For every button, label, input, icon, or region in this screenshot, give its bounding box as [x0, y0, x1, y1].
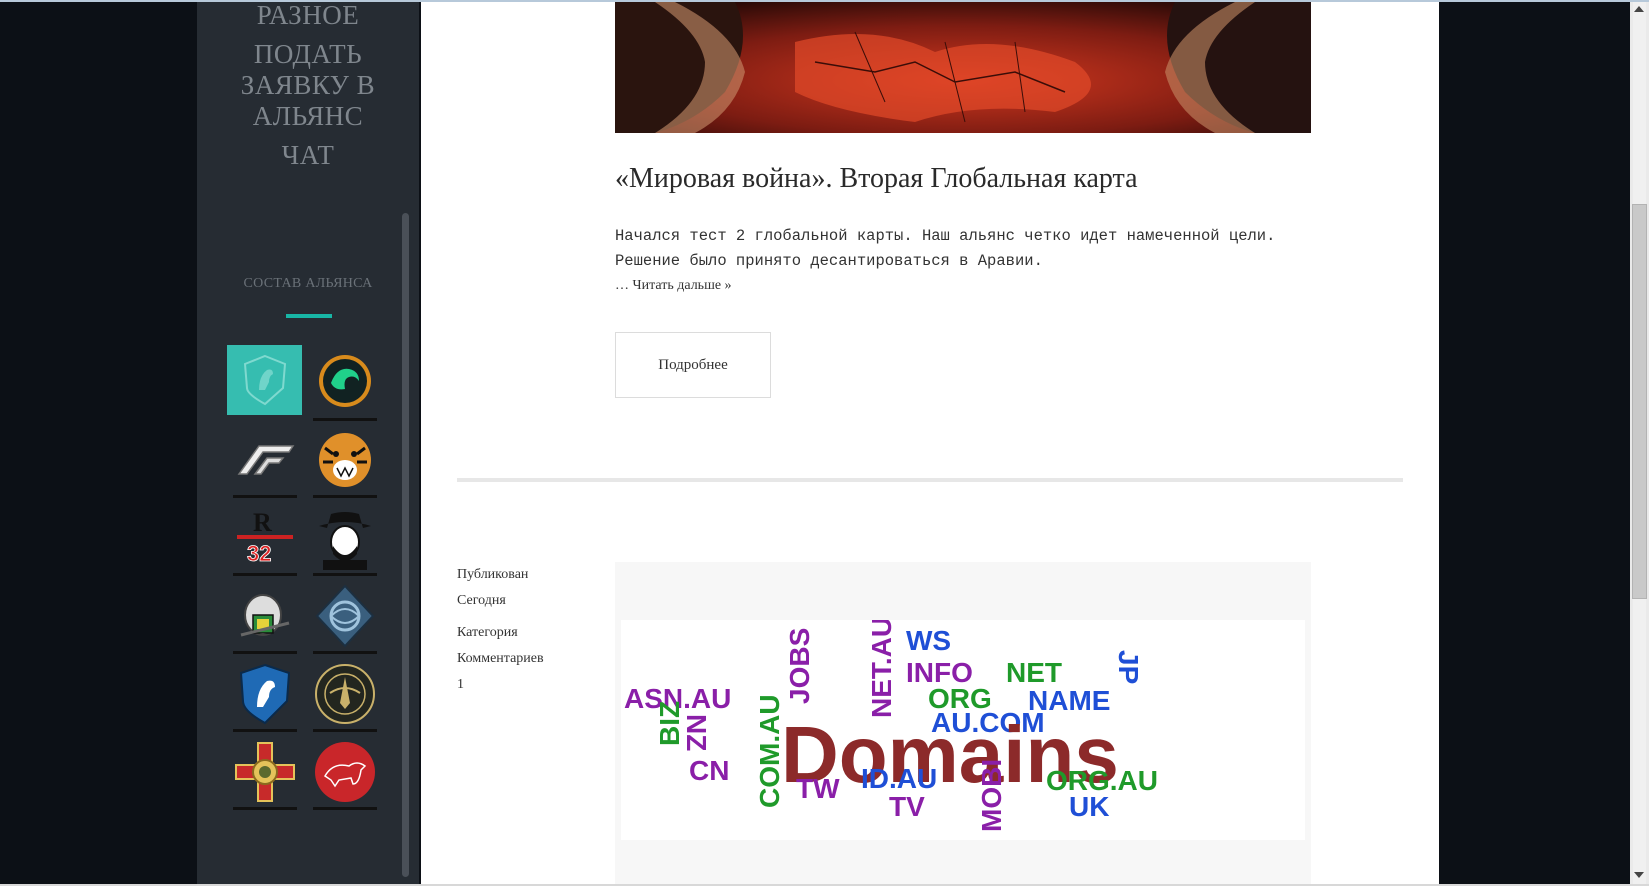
green-phoenix-emblem-icon	[319, 355, 371, 407]
page-scrollbar[interactable]	[1630, 2, 1649, 884]
scrollbar-thumb[interactable]	[1632, 204, 1647, 599]
badge-underline	[313, 729, 377, 732]
post-excerpt-line: Начался тест 2 глобальной карты. Наш аль…	[615, 227, 1276, 245]
clan-badge-11[interactable]	[233, 740, 297, 810]
clan-badge-10[interactable]	[313, 662, 377, 732]
clan-badge-9[interactable]	[233, 662, 297, 732]
white-horse-shield-icon	[243, 354, 286, 406]
post-title[interactable]: «Мировая война». Вторая Глобальная карта	[615, 162, 1138, 196]
clan-badge-3[interactable]	[233, 428, 297, 498]
badge-underline	[313, 573, 377, 576]
post-image-frame: WS INFO NET JP ASN.AU JOBS NET.AU ORG NA…	[615, 562, 1311, 884]
blue-knot-emblem-icon	[315, 584, 375, 648]
red-cross-order-icon	[235, 742, 295, 802]
word-ws: WS	[906, 625, 951, 656]
tiger-head-icon	[319, 433, 371, 487]
world-war-map-illustration	[615, 2, 1311, 133]
word-jp: JP	[1113, 650, 1144, 684]
post-hero-image[interactable]	[615, 2, 1311, 133]
menu-item-chat[interactable]: ЧАТ	[197, 140, 419, 171]
word-tw: TW	[796, 773, 840, 804]
word-cn: CN	[689, 755, 729, 786]
details-button[interactable]: Подробнее	[615, 332, 771, 398]
sidebar-menu: РАЗНОЕ ПОДАТЬ ЗАЯВКУ В АЛЬЯНС ЧАТ	[197, 2, 419, 171]
post-meta: Публикован Сегодня Категория Комментарие…	[457, 562, 544, 698]
word-mobi: MOBI	[976, 759, 1007, 832]
r32-emblem-icon: R 32	[237, 508, 293, 566]
read-more-link[interactable]: … Читать дальше »	[615, 278, 732, 294]
category-label[interactable]: Категория	[457, 620, 544, 646]
badge-underline	[233, 807, 297, 810]
clan-badge-5[interactable]: R 32	[233, 506, 297, 576]
alliance-section-title: СОСТАВ АЛЬЯНСА	[243, 276, 373, 291]
svg-text:R: R	[253, 508, 272, 537]
armored-rat-emblem-icon	[240, 594, 290, 637]
published-label: Публикован	[457, 567, 529, 582]
menu-item-apply[interactable]: ПОДАТЬ ЗАЯВКУ В АЛЬЯНС	[233, 39, 383, 132]
clan-badge-2[interactable]	[313, 351, 377, 421]
menu-item-misc[interactable]: РАЗНОЕ	[197, 2, 419, 31]
word-biz: BIZ	[654, 701, 685, 746]
badge-underline	[313, 807, 377, 810]
comments-count: 1	[457, 677, 464, 692]
published-value: Сегодня	[457, 593, 506, 608]
post-excerpt: Начался тест 2 глобальной карты. Наш аль…	[615, 224, 1335, 274]
badge-underline	[233, 495, 297, 498]
word-nz: NZ	[681, 714, 712, 751]
sidebar-scrollbar[interactable]	[402, 213, 409, 877]
comments-label[interactable]: Комментариев	[457, 646, 544, 672]
clan-badge-7[interactable]	[233, 584, 297, 654]
cowboy-portrait-icon	[319, 512, 371, 570]
clan-badge-12[interactable]	[313, 740, 377, 810]
post-divider	[457, 478, 1403, 482]
badge-underline	[313, 651, 377, 654]
badge-underline	[233, 729, 297, 732]
scroll-up-arrow-icon[interactable]	[1634, 6, 1644, 12]
main-content: «Мировая война». Вторая Глобальная карта…	[421, 2, 1439, 884]
word-jobs: JOBS	[784, 628, 815, 704]
clan-badge-4[interactable]	[313, 428, 377, 498]
svg-text:32: 32	[247, 541, 271, 566]
red-bull-circle-icon	[315, 742, 375, 802]
word-tv: TV	[889, 791, 925, 822]
badge-underline	[233, 651, 297, 654]
brotherhood-of-steel-emblem-icon	[315, 664, 375, 724]
badge-underline	[313, 418, 377, 421]
word-uk: UK	[1069, 791, 1109, 822]
post-excerpt-line: Решение было принято десантироваться в А…	[615, 252, 1043, 270]
badge-underline	[313, 495, 377, 498]
word-cloud: WS INFO NET JP ASN.AU JOBS NET.AU ORG NA…	[624, 617, 1158, 832]
domains-word-cloud-image[interactable]: WS INFO NET JP ASN.AU JOBS NET.AU ORG NA…	[621, 617, 1305, 840]
clan-badge-6[interactable]	[313, 506, 377, 576]
badge-underline	[233, 573, 297, 576]
scroll-down-arrow-icon[interactable]	[1634, 872, 1644, 878]
clan-badge-1[interactable]	[227, 345, 302, 415]
section-underline	[286, 314, 332, 318]
word-id-au: ID.AU	[861, 763, 937, 794]
sidebar: РАЗНОЕ ПОДАТЬ ЗАЯВКУ В АЛЬЯНС ЧАТ СОСТАВ…	[197, 2, 419, 884]
word-net-au: NET.AU	[866, 620, 897, 718]
blue-horse-shield-icon	[239, 663, 291, 725]
word-net: NET	[1006, 657, 1062, 688]
clan-badge-8[interactable]	[313, 584, 377, 654]
nfs-logo-icon	[237, 445, 295, 475]
